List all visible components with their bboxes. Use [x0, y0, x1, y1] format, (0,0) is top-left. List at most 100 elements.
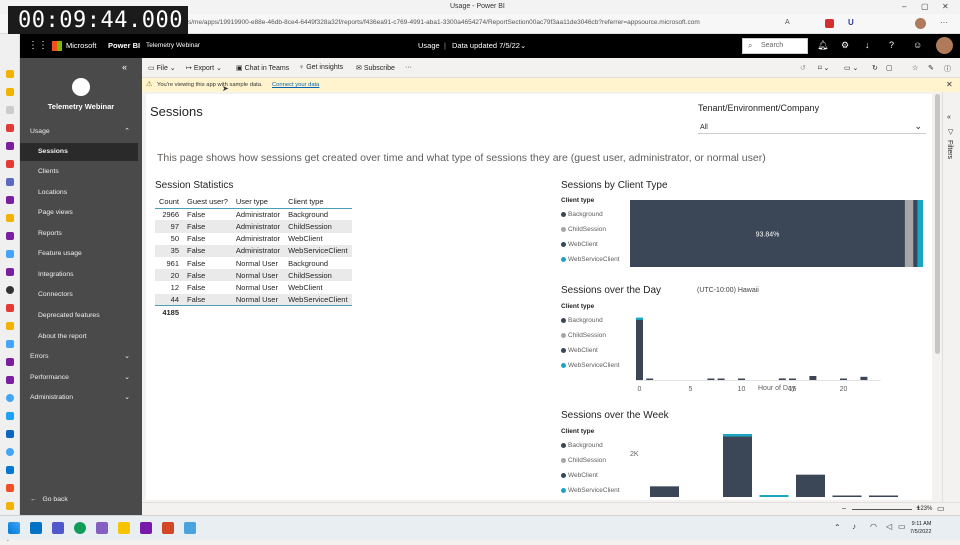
expand-filters-icon[interactable]: «	[947, 114, 951, 121]
legend-item[interactable]: WebClient	[561, 472, 598, 479]
reset-icon[interactable]: ↺	[800, 64, 806, 72]
document-icon[interactable]	[6, 106, 14, 114]
download-icon[interactable]: ↓	[865, 40, 870, 50]
nav-section-performance[interactable]: Performance ⌄	[20, 369, 138, 387]
close-banner-icon[interactable]: ✕	[946, 80, 953, 89]
bar-week-3[interactable]	[723, 433, 752, 437]
system-clock[interactable]: 9:11 AM 7/5/2022	[910, 520, 931, 536]
col-guest-user[interactable]: Guest user?	[183, 196, 232, 208]
data-updated[interactable]: Data updated 7/5/22	[452, 41, 520, 50]
table-row[interactable]: 97 False Administrator ChildSession	[155, 220, 353, 233]
outlook-icon[interactable]	[30, 522, 42, 534]
nav-section-usage[interactable]: Usage ⌃	[20, 123, 138, 141]
legend-item[interactable]: WebClient	[561, 347, 598, 354]
linkedin-icon[interactable]	[6, 430, 14, 438]
edge-icon[interactable]	[74, 522, 86, 534]
product-name[interactable]: Power BI	[108, 41, 140, 50]
table-row[interactable]: 35 False Administrator WebServiceClient	[155, 244, 353, 257]
col-client-type[interactable]: Client type	[284, 196, 352, 208]
bar-week-1[interactable]	[650, 486, 679, 497]
microphone-icon[interactable]: ♪	[852, 522, 856, 531]
bar-hour-17[interactable]	[809, 376, 817, 380]
legend-item[interactable]: ChildSession	[561, 332, 606, 339]
nav-item-reports[interactable]: Reports	[20, 225, 138, 243]
legend-item[interactable]: Background	[561, 211, 603, 218]
legend-item[interactable]: ChildSession	[561, 226, 606, 233]
app-icon[interactable]	[6, 250, 14, 258]
battery-icon[interactable]: ▭	[898, 522, 906, 531]
table-row[interactable]: 20 False Normal User ChildSession	[155, 269, 353, 282]
settings-icon[interactable]: ⚙	[841, 40, 849, 51]
maximize-icon[interactable]: ▢	[921, 2, 929, 11]
app-icon[interactable]	[6, 448, 14, 456]
table-row[interactable]: 50 False Administrator WebClient	[155, 233, 352, 245]
teams-icon[interactable]	[52, 522, 64, 534]
nav-item-locations[interactable]: Locations	[20, 184, 138, 202]
brand-name[interactable]: Microsoft	[66, 41, 96, 50]
bar-week-4[interactable]	[759, 495, 789, 497]
bar-hour-0[interactable]	[636, 317, 643, 320]
file-explorer-icon[interactable]	[118, 522, 130, 534]
get-insights-button[interactable]: ♀ Get insights	[299, 64, 343, 71]
app-icon[interactable]	[6, 268, 14, 276]
client-type-chart[interactable]: 93.84%	[630, 200, 930, 270]
app-icon[interactable]	[6, 340, 14, 348]
zoom-out-button[interactable]: –	[842, 505, 846, 512]
nav-item-integrations[interactable]: Integrations	[20, 266, 138, 284]
read-aloud-icon[interactable]: A	[785, 19, 790, 26]
volume-icon[interactable]: ◁	[886, 522, 892, 531]
nav-section-errors[interactable]: Errors ⌄	[20, 348, 138, 366]
app-launcher-icon[interactable]: ⋮⋮	[28, 40, 48, 51]
favorite-star-icon[interactable]: ☆	[912, 64, 918, 72]
connect-data-link[interactable]: Connect your data	[272, 82, 319, 88]
app-icon[interactable]	[6, 178, 14, 186]
app-icon[interactable]	[6, 322, 14, 330]
bar-week-7[interactable]	[869, 495, 898, 498]
table-row[interactable]: 44 False Normal User WebServiceClient	[155, 293, 353, 306]
file-menu[interactable]: ▭ File ⌄	[148, 64, 176, 72]
bar-segment-webserviceclient[interactable]	[917, 200, 923, 267]
zoom-slider[interactable]	[852, 509, 912, 510]
windows-start-icon[interactable]	[8, 522, 20, 534]
legend-item[interactable]: ChildSession	[561, 457, 606, 464]
help-icon[interactable]: ?	[889, 40, 894, 50]
col-count[interactable]: Count	[155, 196, 183, 208]
bar-segment-childsession[interactable]	[904, 200, 914, 267]
shield-extension-icon[interactable]: U	[848, 18, 854, 27]
app-icon[interactable]	[6, 394, 14, 402]
tenant-filter-dropdown[interactable]: All ⌄	[698, 120, 926, 134]
table-row[interactable]: 961 False Normal User Background	[155, 257, 352, 269]
nav-item-connectors[interactable]: Connectors	[20, 286, 138, 304]
nav-item-clients[interactable]: Clients	[20, 163, 138, 181]
filters-pane[interactable]: « ▽ Filters	[942, 92, 960, 502]
workspace-name[interactable]: Telemetry Webinar	[146, 42, 200, 49]
nav-item-page-views[interactable]: Page views	[20, 204, 138, 222]
comment-icon[interactable]: ▢	[886, 64, 893, 72]
collapse-nav-icon[interactable]: «	[122, 62, 127, 72]
table-row[interactable]: 12 False Normal User WebClient	[155, 281, 352, 293]
bar-week-5[interactable]	[796, 474, 825, 497]
github-icon[interactable]	[6, 286, 14, 294]
info-icon[interactable]: ⓘ	[944, 64, 951, 74]
table-row[interactable]: 2966 False Administrator Background	[155, 208, 352, 220]
app-icon[interactable]	[6, 376, 14, 384]
nav-item-about-the-report[interactable]: About the report	[20, 328, 138, 346]
page-scrollbar[interactable]	[935, 94, 940, 354]
document-icon[interactable]	[6, 124, 14, 132]
bar-hour-7[interactable]	[707, 378, 715, 381]
bookmark-icon[interactable]: ⌑ ⌄	[818, 64, 829, 72]
bar-hour-15[interactable]	[789, 378, 796, 381]
feedback-icon[interactable]: ☺	[913, 40, 922, 50]
powerbi-icon[interactable]	[6, 502, 14, 510]
bar-hour-20[interactable]	[840, 378, 847, 381]
col-user-type[interactable]: User type	[232, 196, 284, 208]
legend-item[interactable]: WebServiceClient	[561, 362, 620, 369]
bar-hour-1[interactable]	[646, 378, 654, 381]
fit-page-icon[interactable]: ▭	[937, 504, 945, 513]
chat-in-teams-button[interactable]: ▣ Chat in Teams	[236, 64, 289, 72]
app-icon[interactable]	[6, 160, 14, 168]
app-icon[interactable]	[184, 522, 196, 534]
wifi-icon[interactable]: ◠	[870, 522, 877, 531]
close-icon[interactable]: ✕	[942, 2, 949, 11]
favorite-icon[interactable]	[6, 70, 14, 78]
